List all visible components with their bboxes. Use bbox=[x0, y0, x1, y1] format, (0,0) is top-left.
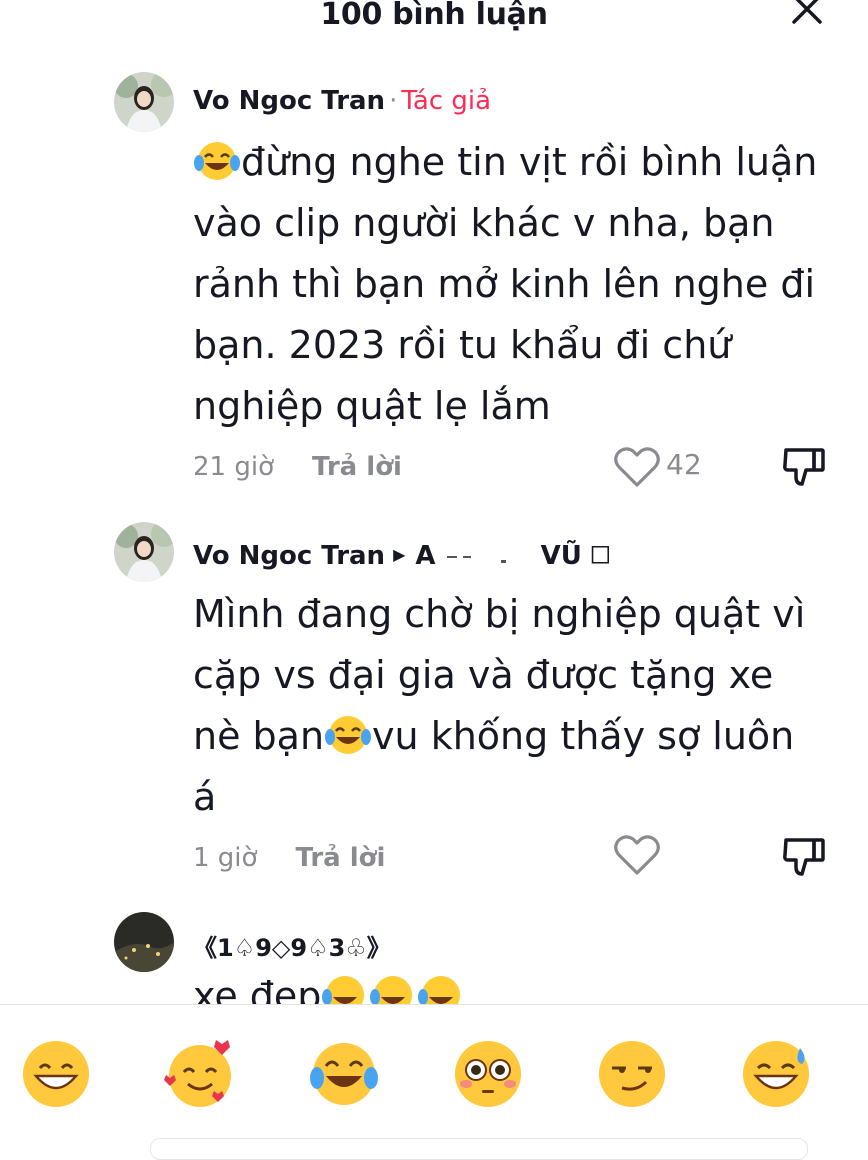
smirking-face-emoji-icon[interactable] bbox=[596, 1038, 668, 1110]
reply-arrow-icon: ▶ bbox=[393, 545, 406, 564]
smiling-face-with-hearts-emoji-icon[interactable] bbox=[164, 1038, 236, 1110]
username[interactable]: Vo Ngoc Tran bbox=[193, 541, 385, 571]
comment-header: Vo Ngoc Tran · Tác giả bbox=[193, 86, 491, 116]
comment-line: vào clip người khác v nha, bạn bbox=[193, 201, 775, 245]
comment-line: nè bạn bbox=[193, 714, 325, 758]
reply-to-username-tail: VŨ 🗆 bbox=[540, 541, 610, 571]
comment-line: bạn. 2023 rồi tu khẩu đi chứ bbox=[193, 323, 732, 367]
avatar[interactable] bbox=[114, 522, 174, 582]
close-icon[interactable] bbox=[790, 0, 824, 34]
rolling-laughing-emoji-icon bbox=[322, 976, 365, 1004]
like-heart-icon[interactable] bbox=[613, 834, 661, 876]
author-badge: Tác giả bbox=[401, 86, 492, 116]
username[interactable]: 《1♤9◇9♤3♧》 bbox=[193, 934, 391, 962]
comment-line: vu khống thấy sợ luôn bbox=[372, 714, 795, 758]
avatar[interactable] bbox=[114, 912, 174, 972]
timestamp: 1 giờ bbox=[193, 843, 258, 873]
comment-meta: 1 giờ Trả lời bbox=[193, 843, 385, 873]
comment-line: á bbox=[193, 775, 217, 819]
like-count: 42 bbox=[666, 448, 702, 481]
tears-of-joy-emoji-icon bbox=[325, 716, 372, 754]
flushed-face-emoji-icon[interactable] bbox=[452, 1038, 524, 1110]
username[interactable]: Vo Ngoc Tran bbox=[193, 86, 385, 116]
dislike-icon[interactable] bbox=[780, 834, 828, 878]
dislike-icon[interactable] bbox=[780, 444, 828, 488]
like-heart-icon[interactable] bbox=[613, 446, 661, 488]
comment-line: đừng nghe tin vịt rồi bình luận bbox=[241, 140, 818, 184]
emoji-quick-bar bbox=[0, 1004, 868, 1145]
comment-count-title: 100 bình luận bbox=[320, 0, 548, 32]
comment-line: cặp vs đại gia và được tặng xe bbox=[193, 653, 774, 697]
tears-of-joy-emoji-icon bbox=[194, 142, 240, 180]
comment-line: rảnh thì bạn mở kinh lên nghe đi bbox=[193, 262, 816, 306]
comment-line: nghiệp quật lẹ lắm bbox=[193, 384, 551, 428]
grinning-face-emoji-icon[interactable] bbox=[20, 1038, 92, 1110]
blurred-name-mask bbox=[446, 555, 506, 563]
separator-dot: · bbox=[389, 86, 398, 116]
comment-header: Vo Ngoc Tran ▶ A VŨ 🗆 bbox=[193, 537, 610, 581]
comment-text: đừng nghe tin vịt rồi bình luận vào clip… bbox=[193, 132, 833, 437]
comment-input-edge[interactable] bbox=[150, 1138, 808, 1160]
reply-to-username[interactable]: A bbox=[415, 541, 435, 571]
comments-header: 100 bình luận bbox=[0, 0, 868, 40]
comment-text: Mình đang chờ bị nghiệp quật vì cặp vs đ… bbox=[193, 584, 833, 828]
rolling-laughing-emoji-icon bbox=[370, 976, 413, 1004]
comment-line: Mình đang chờ bị nghiệp quật vì bbox=[193, 592, 806, 636]
grinning-sweat-emoji-icon[interactable] bbox=[740, 1038, 812, 1110]
comment-header: 《1♤9◇9♤3♧》 bbox=[193, 928, 391, 963]
comment-text: xe đẹp bbox=[193, 966, 833, 1004]
tears-of-joy-emoji-icon[interactable] bbox=[308, 1038, 380, 1110]
comment-line: xe đẹp bbox=[193, 974, 322, 1004]
comment-meta: 21 giờ Trả lời bbox=[193, 452, 402, 482]
avatar[interactable] bbox=[114, 72, 174, 132]
timestamp: 21 giờ bbox=[193, 452, 274, 482]
rolling-laughing-emoji-icon bbox=[418, 976, 461, 1004]
reply-button[interactable]: Trả lời bbox=[312, 452, 402, 482]
reply-button[interactable]: Trả lời bbox=[295, 843, 385, 873]
